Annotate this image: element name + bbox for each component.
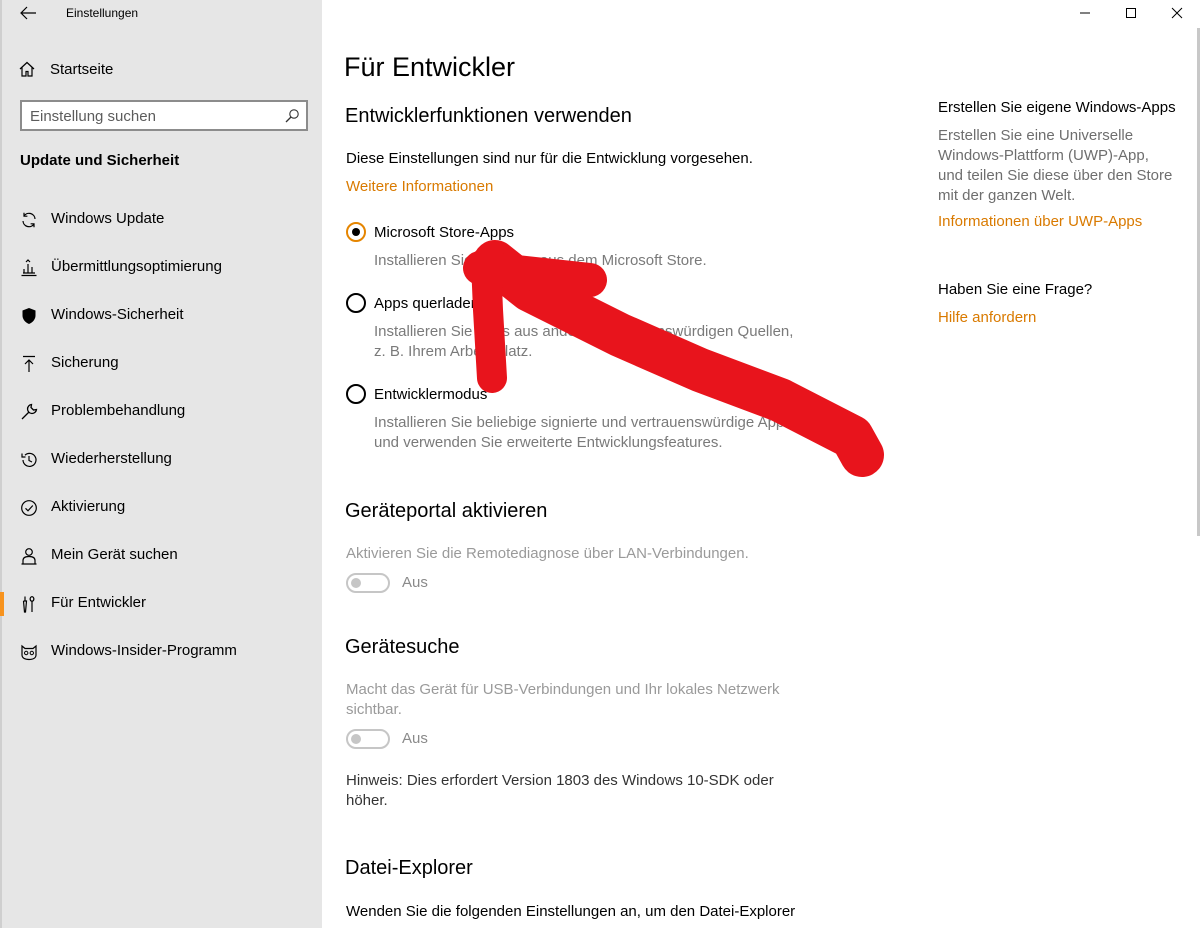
radio-button-checked[interactable] xyxy=(346,222,366,242)
radio-description: z. B. Ihrem Arbeitsplatz. xyxy=(374,343,533,360)
sidebar-item-windows-update[interactable]: Windows Update xyxy=(2,196,324,244)
search-icon[interactable] xyxy=(284,108,300,124)
radio-label: Apps querladen xyxy=(374,294,480,312)
device-portal-description: Aktivieren Sie die Remotediagnose über L… xyxy=(346,545,749,562)
app-title: Einstellungen xyxy=(66,6,139,20)
active-indicator xyxy=(0,592,4,616)
checkmark-circle-icon xyxy=(21,500,37,516)
developer-tools-icon xyxy=(22,595,35,613)
sidebar-item-windows-insider[interactable]: Windows-Insider-Programm xyxy=(2,628,324,676)
sidebar-item-label: Aktivierung xyxy=(51,498,126,515)
home-label: Startseite xyxy=(50,60,114,78)
sidebar-item-recovery[interactable]: Wiederherstellung xyxy=(2,436,324,484)
search-box[interactable] xyxy=(20,100,308,131)
sidebar-item-label: Für Entwickler xyxy=(51,594,147,611)
question-heading: Haben Sie eine Frage? xyxy=(938,281,1093,298)
sidebar-item-label: Windows Update xyxy=(51,210,165,227)
radio-description: Installieren Sie Apps nur aus dem Micros… xyxy=(374,252,707,269)
sidebar-item-label: Windows-Sicherheit xyxy=(51,306,184,323)
device-discovery-description: sichtbar. xyxy=(346,701,402,718)
device-portal-toggle[interactable] xyxy=(346,573,390,593)
uwp-text: Windows-Plattform (UWP)-App, xyxy=(938,147,1149,164)
sidebar-item-windows-security[interactable]: Windows-Sicherheit xyxy=(2,292,324,340)
sidebar-item-delivery-optimization[interactable]: Übermittlungsoptimierung xyxy=(2,244,324,292)
radio-sideload-apps[interactable]: Apps querladen xyxy=(346,292,479,314)
radio-label: Microsoft Store-Apps xyxy=(374,223,515,241)
radio-button[interactable] xyxy=(346,384,366,404)
sidebar-item-find-my-device[interactable]: Mein Gerät suchen xyxy=(2,532,324,580)
radio-button[interactable] xyxy=(346,293,366,313)
sidebar-item-for-developers[interactable]: Für Entwickler xyxy=(0,580,324,628)
file-explorer-heading: Datei-Explorer xyxy=(345,857,473,879)
back-arrow-icon xyxy=(20,6,36,20)
sidebar-item-troubleshoot[interactable]: Problembehandlung xyxy=(2,388,324,436)
shield-icon xyxy=(22,308,36,324)
radio-store-apps[interactable]: Microsoft Store-Apps xyxy=(346,221,514,243)
device-discovery-description: Macht das Gerät für USB-Verbindungen und… xyxy=(346,681,780,698)
uwp-text: mit der ganzen Welt. xyxy=(938,187,1076,204)
sidebar-item-label: Sicherung xyxy=(51,354,119,371)
device-discovery-toggle[interactable] xyxy=(346,729,390,749)
insider-cat-icon xyxy=(21,644,37,661)
radio-description: Installieren Sie beliebige signierte und… xyxy=(374,414,796,431)
back-button[interactable] xyxy=(16,2,40,24)
dev-features-heading: Entwicklerfunktionen verwenden xyxy=(345,105,632,127)
uwp-text: Erstellen Sie eine Universelle xyxy=(938,127,1134,144)
wrench-icon xyxy=(21,403,38,420)
delivery-optimization-icon xyxy=(21,259,37,277)
device-discovery-toggle-state: Aus xyxy=(402,730,428,747)
sdk-note: höher. xyxy=(346,792,388,809)
toggle-knob xyxy=(351,734,361,744)
more-info-link[interactable]: Weitere Informationen xyxy=(346,177,493,197)
person-locate-icon xyxy=(21,548,37,565)
get-help-link[interactable]: Hilfe anfordern xyxy=(938,308,1036,328)
history-icon xyxy=(21,452,37,467)
radio-developer-mode[interactable]: Entwicklermodus xyxy=(346,383,487,405)
home-icon xyxy=(19,61,35,77)
file-explorer-description: Wenden Sie die folgenden Einstellungen a… xyxy=(346,903,796,920)
uwp-info-link[interactable]: Informationen über UWP-Apps xyxy=(938,212,1142,232)
titlebar: Einstellungen xyxy=(2,0,324,28)
uwp-text: und teilen Sie diese über den Store xyxy=(938,167,1173,184)
sidebar-item-label: Windows-Insider-Programm xyxy=(51,642,237,659)
section-heading: Update und Sicherheit xyxy=(20,152,180,169)
toggle-knob xyxy=(351,578,361,588)
device-portal-toggle-state: Aus xyxy=(402,574,428,591)
search-input[interactable] xyxy=(30,106,270,126)
radio-label: Entwicklermodus xyxy=(374,385,488,403)
backup-upload-icon xyxy=(23,355,35,372)
device-discovery-heading: Gerätesuche xyxy=(345,636,460,658)
sidebar-item-label: Problembehandlung xyxy=(51,402,186,419)
sidebar: Einstellungen Startseite Update und Sich… xyxy=(0,0,322,928)
sidebar-nav: Windows Update Übermittlungsoptimierung … xyxy=(0,196,324,676)
dev-features-description: Diese Einstellungen sind nur für die Ent… xyxy=(346,150,753,167)
sidebar-item-label: Mein Gerät suchen xyxy=(51,546,178,563)
page-title: Für Entwickler xyxy=(344,52,516,82)
radio-description: Installieren Sie Apps aus anderen vertra… xyxy=(374,323,794,340)
sdk-note: Hinweis: Dies erfordert Version 1803 des… xyxy=(346,772,774,789)
sync-icon xyxy=(22,212,36,228)
radio-description: und verwenden Sie erweiterte Entwicklung… xyxy=(374,434,723,451)
sidebar-item-activation[interactable]: Aktivierung xyxy=(2,484,324,532)
uwp-heading: Erstellen Sie eigene Windows-Apps xyxy=(938,99,1176,116)
sidebar-item-label: Übermittlungsoptimierung xyxy=(51,258,222,275)
sidebar-item-backup[interactable]: Sicherung xyxy=(2,340,324,388)
device-portal-heading: Geräteportal aktivieren xyxy=(345,500,548,522)
sidebar-item-label: Wiederherstellung xyxy=(51,450,172,467)
home-nav-item[interactable]: Startseite xyxy=(18,56,113,82)
